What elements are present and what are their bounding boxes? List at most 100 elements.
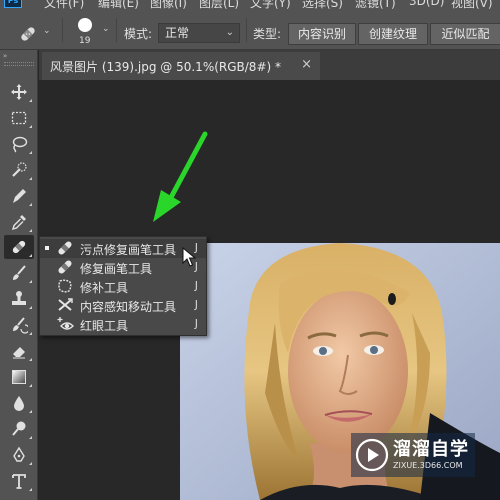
options-bar: ⌄ 19 ⌄ 模式: 正常 ⌄ 类型: 内容识别 创建纹理 近似匹配 <box>0 10 500 50</box>
type-label: 类型: <box>253 27 282 41</box>
mouse-cursor-icon <box>182 247 196 267</box>
menu-type[interactable]: 文字(Y) <box>250 0 291 10</box>
menu-view[interactable]: 视图(V) <box>451 0 493 10</box>
pen-nib-icon <box>13 189 26 203</box>
annotation-arrow <box>153 131 208 222</box>
lasso-tool[interactable] <box>4 132 34 156</box>
site-watermark: 溜溜自学 ZIXUE.3D66.COM <box>351 433 475 477</box>
history-brush-tool[interactable] <box>4 313 34 337</box>
mode-label: 模式: <box>124 27 153 41</box>
tools-panel: » <box>0 50 38 500</box>
submenu-indicator <box>29 203 32 206</box>
brush-size-picker[interactable]: 19 ⌄ <box>72 16 112 48</box>
dodge-tool[interactable] <box>4 417 34 441</box>
crop-tool[interactable] <box>4 184 34 208</box>
type-create-texture-button[interactable]: 创建纹理 <box>358 23 428 45</box>
red-eye-icon <box>57 317 74 330</box>
menu-edit[interactable]: 编辑(E) <box>98 0 139 10</box>
menu-layer[interactable]: 图层(L) <box>199 0 239 10</box>
clone-stamp-tool[interactable] <box>4 287 34 311</box>
document-tab[interactable]: 风景图片 (139).jpg @ 50.1%(RGB/8#) * × <box>42 52 320 80</box>
separator <box>62 18 63 42</box>
quick-selection-icon <box>12 162 27 177</box>
submenu-indicator <box>29 177 32 180</box>
submenu-indicator <box>29 280 32 283</box>
spot-healing-brush-icon <box>12 240 26 254</box>
gradient-icon <box>12 370 26 384</box>
flyout-item-content-aware-move[interactable]: 内容感知移动工具 J <box>40 296 206 315</box>
gradient-tool[interactable] <box>4 365 34 389</box>
eyedropper-tool[interactable] <box>4 210 34 234</box>
menu-file[interactable]: 文件(F) <box>44 0 84 10</box>
mode-select[interactable]: 正常 ⌄ <box>158 23 240 43</box>
spot-healing-brush-icon <box>58 241 72 255</box>
chevron-down-icon: ⌄ <box>102 24 110 34</box>
type-proximity-match-button[interactable]: 近似匹配 <box>430 23 500 45</box>
document-tab-bar: 风景图片 (139).jpg @ 50.1%(RGB/8#) * × <box>39 50 500 80</box>
move-icon <box>11 84 27 100</box>
submenu-indicator <box>29 125 32 128</box>
brush-size-value: 19 <box>79 36 91 46</box>
eraser-icon <box>13 347 25 359</box>
mode-value: 正常 <box>165 26 190 40</box>
watermark-url: ZIXUE.3D66.COM <box>393 461 463 470</box>
menubar: Ps 文件(F) 编辑(E) 图像(I) 图层(L) 文字(Y) 选择(S) 滤… <box>0 0 500 10</box>
close-icon[interactable]: × <box>301 57 312 72</box>
shortcut-key: J <box>194 317 198 330</box>
flyout-item-patch[interactable]: 修补工具 J <box>40 277 206 296</box>
brush-tool[interactable] <box>4 261 34 285</box>
rectangular-marquee-icon <box>11 111 27 125</box>
type-tool[interactable] <box>4 469 34 493</box>
submenu-indicator <box>29 332 32 335</box>
submenu-indicator <box>29 306 32 309</box>
submenu-indicator <box>29 358 32 361</box>
flyout-label: 修补工具 <box>80 281 129 295</box>
tool-preset-picker[interactable]: ⌄ <box>18 24 52 46</box>
marquee-tool[interactable] <box>4 106 34 130</box>
shortcut-key: J <box>194 279 198 292</box>
photoshop-logo: Ps <box>4 0 22 8</box>
submenu-indicator <box>29 488 32 491</box>
brush-preview-icon <box>78 18 92 32</box>
blur-tool[interactable] <box>4 391 34 415</box>
eyedropper-icon <box>11 215 26 231</box>
menu-3d[interactable]: 3D(D) <box>409 0 444 8</box>
healing-brush-icon <box>58 260 72 274</box>
collapse-panel-icon[interactable]: » <box>3 52 33 60</box>
patch-icon <box>58 279 72 293</box>
lasso-icon <box>12 136 28 153</box>
quick-selection-tool[interactable] <box>4 158 34 182</box>
healing-tool[interactable] <box>4 235 34 259</box>
history-brush-icon <box>13 317 28 334</box>
flyout-label: 污点修复画笔工具 <box>80 243 177 257</box>
brush-icon <box>13 265 26 280</box>
submenu-indicator <box>29 436 32 439</box>
content-aware-move-icon <box>58 298 73 311</box>
flyout-label: 修复画笔工具 <box>80 262 153 276</box>
flyout-item-red-eye[interactable]: 红眼工具 J <box>40 315 206 334</box>
separator <box>116 18 117 42</box>
stamp-icon <box>12 291 26 305</box>
submenu-indicator <box>29 254 32 257</box>
submenu-indicator <box>29 99 32 102</box>
flyout-label: 红眼工具 <box>80 319 129 333</box>
play-logo-icon <box>355 438 389 472</box>
menu-image[interactable]: 图像(I) <box>150 0 187 10</box>
menu-filter[interactable]: 滤镜(T) <box>355 0 396 10</box>
pen-tool[interactable] <box>4 443 34 467</box>
submenu-indicator <box>29 384 32 387</box>
shortcut-key: J <box>194 298 198 311</box>
menu-select[interactable]: 选择(S) <box>302 0 343 10</box>
submenu-indicator <box>29 462 32 465</box>
drop-icon <box>14 396 24 411</box>
chevron-down-icon: ⌄ <box>225 27 234 38</box>
panel-grip[interactable] <box>4 62 34 66</box>
chevron-down-icon: ⌄ <box>43 26 51 36</box>
pen-icon <box>13 446 25 462</box>
eraser-tool[interactable] <box>4 339 34 363</box>
flyout-label: 内容感知移动工具 <box>80 300 177 314</box>
type-icon <box>12 474 26 489</box>
type-content-aware-button[interactable]: 内容识别 <box>288 23 356 45</box>
move-tool[interactable] <box>4 80 34 104</box>
submenu-indicator <box>29 151 32 154</box>
